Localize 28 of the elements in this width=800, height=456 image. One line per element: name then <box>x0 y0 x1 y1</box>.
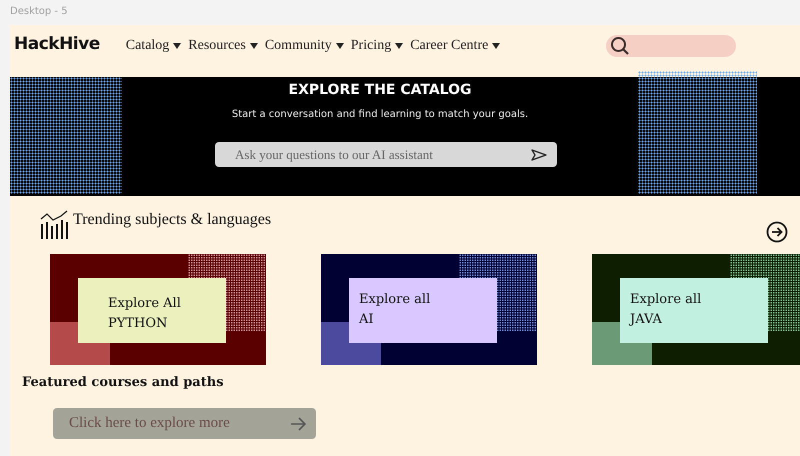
nav-menu[interactable]: Career Centre <box>410 38 500 54</box>
card-label: Explore All PYTHON <box>78 278 226 343</box>
course-card[interactable]: Explore All PYTHON <box>50 254 266 365</box>
hero-subtitle: Start a conversation and find learning to match your goals. <box>232 109 528 120</box>
course-card[interactable]: Explore all AI <box>321 254 537 365</box>
hero-title: EXPLORE THE CATALOG <box>288 82 472 98</box>
nav-menu[interactable]: Resources <box>188 38 258 54</box>
canvas-label: Desktop - 5 <box>9 5 69 19</box>
chart-icon <box>39 210 69 240</box>
caret-icon <box>250 43 258 49</box>
course-card[interactable]: Explore all JAVA <box>592 254 800 365</box>
caret-icon <box>395 43 404 49</box>
nav-menu[interactable]: Pricing <box>350 38 404 54</box>
caret-icon <box>492 43 500 49</box>
logo[interactable]: HackHive <box>14 34 100 54</box>
card-label: Explore all AI <box>349 278 497 343</box>
send-icon[interactable] <box>531 149 547 161</box>
caret-icon <box>336 43 344 49</box>
nav-menu[interactable]: Catalog <box>126 38 182 54</box>
card-label: Explore all JAVA <box>620 278 768 343</box>
section-title: Trending subjects & languages <box>73 211 272 229</box>
nav-menu[interactable]: Community <box>264 38 344 54</box>
ask-field[interactable]: Ask your questions to our AI assistant <box>215 142 557 167</box>
search-field[interactable] <box>606 35 736 57</box>
arrow-right-icon <box>290 416 306 430</box>
section-title: Featured courses and paths <box>22 375 225 390</box>
caret-icon <box>173 43 182 49</box>
search-icon <box>610 36 630 56</box>
